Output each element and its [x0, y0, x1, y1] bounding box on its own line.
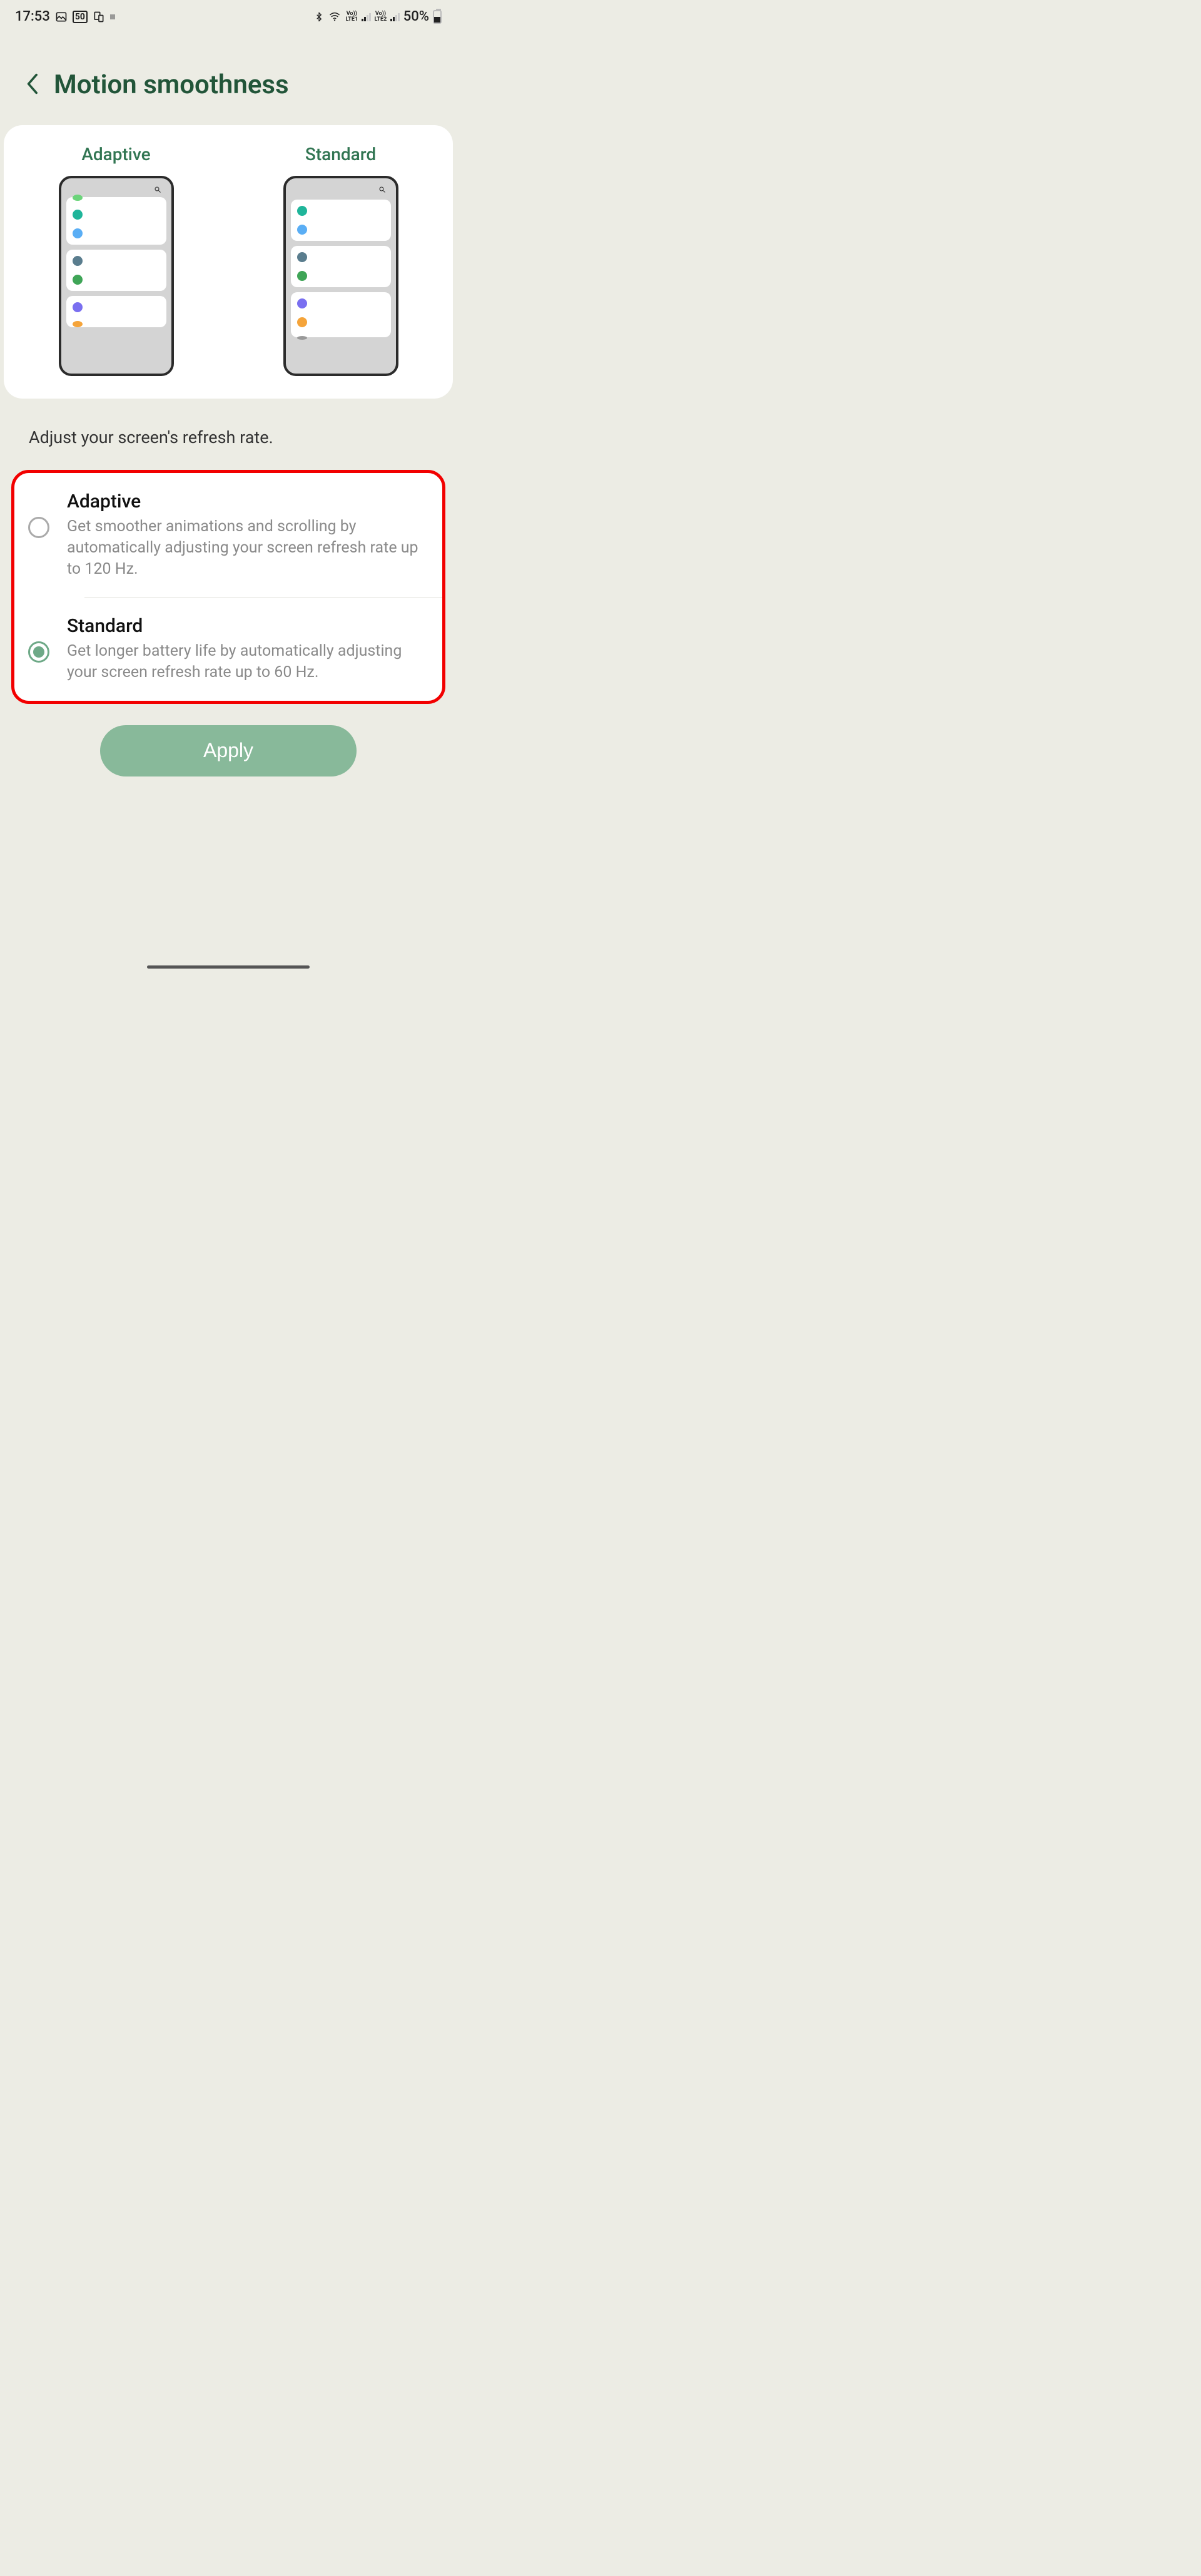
- lte2-icon: Vo))LTE2: [375, 11, 387, 23]
- apply-button[interactable]: Apply: [100, 725, 357, 776]
- subtitle: Adjust your screen's refresh rate.: [0, 399, 457, 470]
- preview-standard-label: Standard: [305, 144, 376, 165]
- options-card: Adaptive Get smoother animations and scr…: [11, 470, 445, 704]
- home-indicator[interactable]: [147, 965, 310, 969]
- battery-percent: 50%: [403, 9, 429, 24]
- radio-adaptive[interactable]: [28, 517, 49, 538]
- signal2-icon: [390, 13, 400, 21]
- lte1-icon: Vo))LTE1: [345, 11, 358, 23]
- preview-adaptive-label: Adaptive: [81, 144, 150, 165]
- preview-card: Adaptive Standard: [4, 125, 453, 399]
- title-row: Motion smoothness: [0, 32, 457, 125]
- speed-icon: 50: [73, 11, 88, 23]
- phone-mock-adaptive: [59, 176, 174, 376]
- bluetooth-icon: [314, 10, 324, 24]
- option-adaptive-title: Adaptive: [67, 491, 423, 512]
- picture-icon: [55, 11, 68, 23]
- preview-standard[interactable]: Standard: [283, 144, 398, 376]
- back-icon[interactable]: [25, 73, 39, 98]
- preview-adaptive[interactable]: Adaptive: [59, 144, 174, 376]
- option-standard[interactable]: Standard Get longer battery life by auto…: [14, 598, 442, 701]
- search-icon: [378, 186, 386, 193]
- page-title: Motion smoothness: [54, 69, 289, 100]
- status-bar: 17:53 50 Vo))LTE1 Vo))LTE2 50%: [0, 0, 457, 32]
- signal1-icon: [362, 13, 371, 21]
- search-icon: [154, 186, 161, 193]
- radio-standard[interactable]: [28, 641, 49, 663]
- wifi-icon: [328, 11, 342, 23]
- devices-icon: [93, 11, 105, 23]
- status-time: 17:53: [15, 9, 50, 24]
- option-standard-title: Standard: [67, 615, 423, 637]
- option-adaptive-desc: Get smoother animations and scrolling by…: [67, 516, 423, 579]
- battery-icon: [433, 10, 442, 24]
- phone-mock-standard: [283, 176, 398, 376]
- option-standard-desc: Get longer battery life by automatically…: [67, 641, 423, 683]
- more-dot-icon: [110, 14, 115, 19]
- option-adaptive[interactable]: Adaptive Get smoother animations and scr…: [14, 473, 442, 597]
